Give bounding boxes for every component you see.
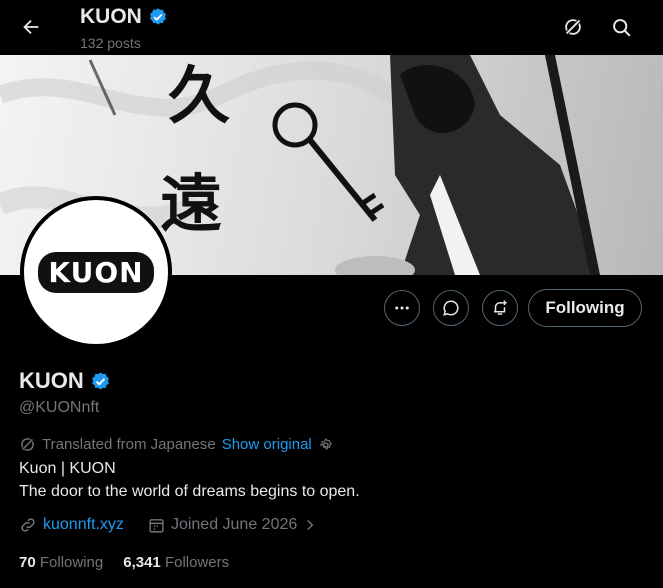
header-title: KUON (80, 5, 168, 29)
verified-badge-icon (149, 8, 166, 25)
follow-stats: 70 Following 6,341 Followers (19, 554, 229, 571)
translated-from-text: Translated from Japanese (42, 436, 216, 453)
translate-icon (20, 437, 35, 452)
link-icon (21, 518, 35, 532)
bio-line-2: The door to the world of dreams begins t… (19, 483, 360, 500)
header-name: KUON (80, 5, 142, 28)
followers-label: Followers (164, 554, 230, 571)
posts-count: 132 posts (80, 35, 141, 51)
search-button[interactable] (602, 8, 640, 46)
display-name: KUON (19, 368, 84, 393)
profile-meta: kuonnft.xyz Joined June 2026 (19, 516, 317, 534)
chevron-right-icon[interactable] (303, 518, 317, 532)
banner-kanji-1: 久 (168, 59, 231, 132)
website-link[interactable]: kuonnft.xyz (43, 516, 124, 534)
arrow-left-icon (23, 19, 39, 35)
avatar-logo: KUON (38, 251, 154, 293)
followers-count: 6,341 (123, 554, 161, 571)
following-label: Following (39, 554, 104, 571)
back-button[interactable] (12, 8, 50, 46)
search-icon (612, 18, 631, 37)
translation-row: Translated from Japanese Show original (19, 436, 334, 453)
following-count: 70 (19, 554, 36, 571)
verified-badge-icon[interactable] (90, 371, 111, 392)
banner-kanji-2: 遠 (160, 167, 223, 240)
followers-stat[interactable]: 6,341 Followers (123, 554, 229, 571)
bio-line-1: Kuon | KUON (19, 460, 116, 477)
grok-chat-button[interactable] (433, 290, 469, 326)
more-dots-icon (395, 306, 409, 310)
avatar-logo-text: KUON (48, 255, 144, 289)
show-original-link[interactable]: Show original (222, 436, 312, 453)
following-button[interactable]: Following (528, 289, 642, 327)
more-options-button[interactable] (384, 290, 420, 326)
joined-date: Joined June 2026 (170, 516, 298, 533)
calendar-icon (149, 518, 164, 533)
settings-gear-icon[interactable] (318, 437, 334, 453)
following-stat[interactable]: 70 Following (19, 554, 103, 571)
profile-handle: @KUONnft (19, 399, 100, 416)
bell-plus-icon (494, 300, 507, 315)
grok-icon (564, 18, 582, 36)
chat-bubble-icon (443, 300, 459, 316)
grok-button[interactable] (554, 8, 592, 46)
notifications-button[interactable] (482, 290, 518, 326)
profile-name: KUON (19, 368, 111, 394)
profile-avatar[interactable]: KUON (20, 196, 172, 348)
